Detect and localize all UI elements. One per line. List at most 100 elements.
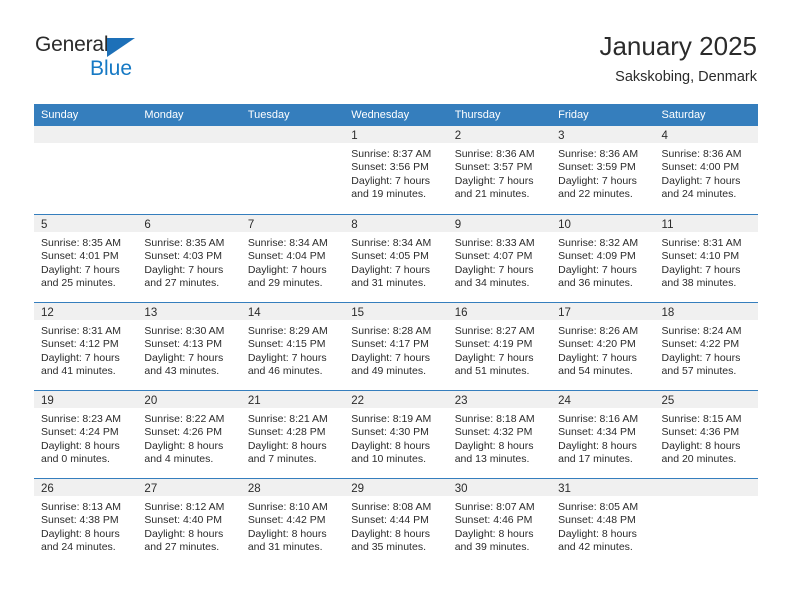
calendar-day-cell[interactable]: 22 Sunrise: 8:19 AM Sunset: 4:30 PM Dayligh… <box>344 391 448 478</box>
daylight-text-2: and 36 minutes. <box>558 277 633 290</box>
calendar-day-cell[interactable]: 1 Sunrise: 8:37 AM Sunset: 3:56 PM Daylight… <box>344 126 448 214</box>
calendar-day-cell[interactable]: 2 Sunrise: 8:36 AM Sunset: 3:57 PM Daylight… <box>447 126 552 214</box>
day-number-band: 31 <box>551 479 655 496</box>
calendar-day-cell[interactable]: 23 Sunrise: 8:18 AM Sunset: 4:32 PM Dayligh… <box>447 391 552 478</box>
day-sun-info: Sunrise: 8:13 AM Sunset: 4:38 PM Daylight:… <box>34 496 137 555</box>
sunset-text: Sunset: 4:44 PM <box>351 514 429 527</box>
day-sun-info: Sunrise: 8:27 AM Sunset: 4:19 PM Daylight:… <box>448 320 551 379</box>
day-number: 19 <box>41 395 54 407</box>
calendar-day-cell[interactable]: 26 Sunrise: 8:13 AM Sunset: 4:38 PM Dayligh… <box>34 479 138 566</box>
sunrise-text: Sunrise: 8:37 AM <box>351 148 432 160</box>
calendar-day-cell[interactable]: 28 Sunrise: 8:10 AM Sunset: 4:42 PM Dayligh… <box>240 479 345 566</box>
daylight-text-2: and 13 minutes. <box>454 453 530 466</box>
calendar-day-cell[interactable]: 15 Sunrise: 8:28 AM Sunset: 4:17 PM Dayligh… <box>344 303 448 390</box>
calendar-day-cell[interactable]: 27 Sunrise: 8:12 AM Sunset: 4:40 PM Dayligh… <box>137 479 241 566</box>
calendar-day-cell[interactable]: 6 Sunrise: 8:35 AM Sunset: 4:03 PM Daylight… <box>137 215 241 302</box>
calendar-day-cell[interactable]: 11 Sunrise: 8:31 AM Sunset: 4:10 PM Dayligh… <box>654 215 758 302</box>
sunrise-text: Sunrise: 8:08 AM <box>351 501 432 513</box>
daylight-text-1: Daylight: 7 hours <box>558 263 637 276</box>
day-number: 16 <box>454 307 468 319</box>
calendar-day-cell[interactable]: 8 Sunrise: 8:34 AM Sunset: 4:05 PM Daylight… <box>344 215 448 302</box>
sunset-text: Sunset: 4:01 PM <box>41 250 119 263</box>
calendar-day-cell[interactable]: 4 Sunrise: 8:36 AM Sunset: 4:00 PM Daylight… <box>654 126 758 214</box>
day-number-band: 26 <box>34 479 138 496</box>
sunset-text: Sunset: 4:42 PM <box>247 514 326 527</box>
day-number: 12 <box>41 307 54 319</box>
calendar-day-cell[interactable]: 14 Sunrise: 8:29 AM Sunset: 4:15 PM Dayligh… <box>240 303 345 390</box>
daylight-text-1: Daylight: 7 hours <box>661 351 741 364</box>
day-number: 6 <box>144 219 151 231</box>
sunset-text: Sunset: 4:04 PM <box>247 250 326 263</box>
sunrise-text: Sunrise: 8:23 AM <box>41 413 121 425</box>
daylight-text-1: Daylight: 8 hours <box>351 527 431 540</box>
day-number: 10 <box>558 219 571 231</box>
sunset-text: Sunset: 3:57 PM <box>454 161 533 174</box>
calendar-day-cell[interactable]: 7 Sunrise: 8:34 AM Sunset: 4:04 PM Daylight… <box>240 215 345 302</box>
day-number: 15 <box>351 307 365 319</box>
calendar-day-cell[interactable]: 9 Sunrise: 8:33 AM Sunset: 4:07 PM Daylight… <box>447 215 552 302</box>
weekday-header-row: Sunday Monday Tuesday Wednesday Thursday Frid… <box>34 104 758 126</box>
generalblue-logo[interactable]: General Blue <box>35 33 225 85</box>
daylight-text-2: and 34 minutes. <box>454 277 530 290</box>
daylight-text-1: Daylight: 8 hours <box>247 527 327 540</box>
daylight-text-2: and 29 minutes. <box>247 277 323 290</box>
daylight-text-1: Daylight: 8 hours <box>144 527 224 540</box>
day-sun-info: Sunrise: 8:36 AM Sunset: 4:00 PM Daylight:… <box>655 143 758 202</box>
day-number: 4 <box>661 130 668 142</box>
calendar-day-cell[interactable]: 21 Sunrise: 8:21 AM Sunset: 4:28 PM Dayligh… <box>240 391 345 478</box>
daylight-text-1: Daylight: 7 hours <box>454 263 534 276</box>
sunrise-text: Sunrise: 8:19 AM <box>351 413 432 425</box>
sunset-text: Sunset: 4:28 PM <box>247 426 326 439</box>
blue-triangle-icon <box>107 38 135 57</box>
sunset-text: Sunset: 4:30 PM <box>351 426 429 439</box>
weekday-header-friday: Friday <box>558 109 589 121</box>
daylight-text-2: and 57 minutes. <box>661 365 737 378</box>
calendar-day-cell[interactable]: 16 Sunrise: 8:27 AM Sunset: 4:19 PM Dayligh… <box>447 303 552 390</box>
calendar-day-cell[interactable]: 20 Sunrise: 8:22 AM Sunset: 4:26 PM Dayligh… <box>137 391 241 478</box>
day-number-band: 9 <box>447 215 552 232</box>
day-number: 30 <box>454 483 468 495</box>
calendar-day-cell[interactable]: 18 Sunrise: 8:24 AM Sunset: 4:22 PM Dayligh… <box>654 303 758 390</box>
daylight-text-1: Daylight: 7 hours <box>661 174 741 187</box>
day-number-band <box>137 126 241 143</box>
calendar-day-cell[interactable]: 10 Sunrise: 8:32 AM Sunset: 4:09 PM Dayligh… <box>551 215 655 302</box>
calendar-day-cell[interactable]: 29 Sunrise: 8:08 AM Sunset: 4:44 PM Dayligh… <box>344 479 448 566</box>
calendar-day-cell[interactable]: 19 Sunrise: 8:23 AM Sunset: 4:24 PM Dayligh… <box>34 391 138 478</box>
daylight-text-2: and 20 minutes. <box>661 453 737 466</box>
day-sun-info: Sunrise: 8:16 AM Sunset: 4:34 PM Daylight:… <box>551 408 654 467</box>
day-number-band: 16 <box>447 303 552 320</box>
day-sun-info: Sunrise: 8:07 AM Sunset: 4:46 PM Daylight:… <box>448 496 551 555</box>
sunrise-text: Sunrise: 8:36 AM <box>454 148 535 160</box>
calendar-day-cell[interactable]: 25 Sunrise: 8:15 AM Sunset: 4:36 PM Dayligh… <box>654 391 758 478</box>
daylight-text-2: and 38 minutes. <box>661 277 737 290</box>
daylight-text-2: and 35 minutes. <box>351 541 426 554</box>
day-number-band: 6 <box>137 215 241 232</box>
calendar-day-cell[interactable]: 17 Sunrise: 8:26 AM Sunset: 4:20 PM Dayligh… <box>551 303 655 390</box>
day-number-band: 30 <box>447 479 552 496</box>
daylight-text-2: and 51 minutes. <box>454 365 530 378</box>
daylight-text-1: Daylight: 7 hours <box>144 263 224 276</box>
sunrise-text: Sunrise: 8:12 AM <box>144 501 225 513</box>
day-number-band: 8 <box>344 215 448 232</box>
calendar-weeks: 1 Sunrise: 8:37 AM Sunset: 3:56 PM Daylight… <box>34 126 758 566</box>
daylight-text-2: and 43 minutes. <box>144 365 220 378</box>
calendar-day-cell[interactable]: 12 Sunrise: 8:31 AM Sunset: 4:12 PM Dayligh… <box>34 303 138 390</box>
daylight-text-2: and 31 minutes. <box>351 277 426 290</box>
sunrise-text: Sunrise: 8:28 AM <box>351 325 432 337</box>
calendar-day-cell[interactable]: 13 Sunrise: 8:30 AM Sunset: 4:13 PM Dayligh… <box>137 303 241 390</box>
daylight-text-1: Daylight: 7 hours <box>351 263 431 276</box>
day-number: 3 <box>558 130 565 142</box>
day-number-band <box>34 126 138 143</box>
calendar-day-cell[interactable]: 30 Sunrise: 8:07 AM Sunset: 4:46 PM Dayligh… <box>447 479 552 566</box>
calendar-day-cell[interactable]: 24 Sunrise: 8:16 AM Sunset: 4:34 PM Dayligh… <box>551 391 655 478</box>
day-number: 2 <box>454 130 462 142</box>
calendar-day-cell[interactable]: 31 Sunrise: 8:05 AM Sunset: 4:48 PM Dayligh… <box>551 479 655 566</box>
daylight-text-1: Daylight: 7 hours <box>351 174 431 187</box>
day-sun-info: Sunrise: 8:08 AM Sunset: 4:44 PM Daylight:… <box>344 496 447 555</box>
sunset-text: Sunset: 4:07 PM <box>454 250 533 263</box>
calendar-day-cell[interactable]: 3 Sunrise: 8:36 AM Sunset: 3:59 PM Daylight… <box>551 126 655 214</box>
daylight-text-1: Daylight: 8 hours <box>454 439 534 452</box>
sunset-text: Sunset: 4:34 PM <box>558 426 636 439</box>
calendar-day-cell[interactable]: 5 Sunrise: 8:35 AM Sunset: 4:01 PM Daylight… <box>34 215 138 302</box>
day-number-band: 21 <box>240 391 345 408</box>
